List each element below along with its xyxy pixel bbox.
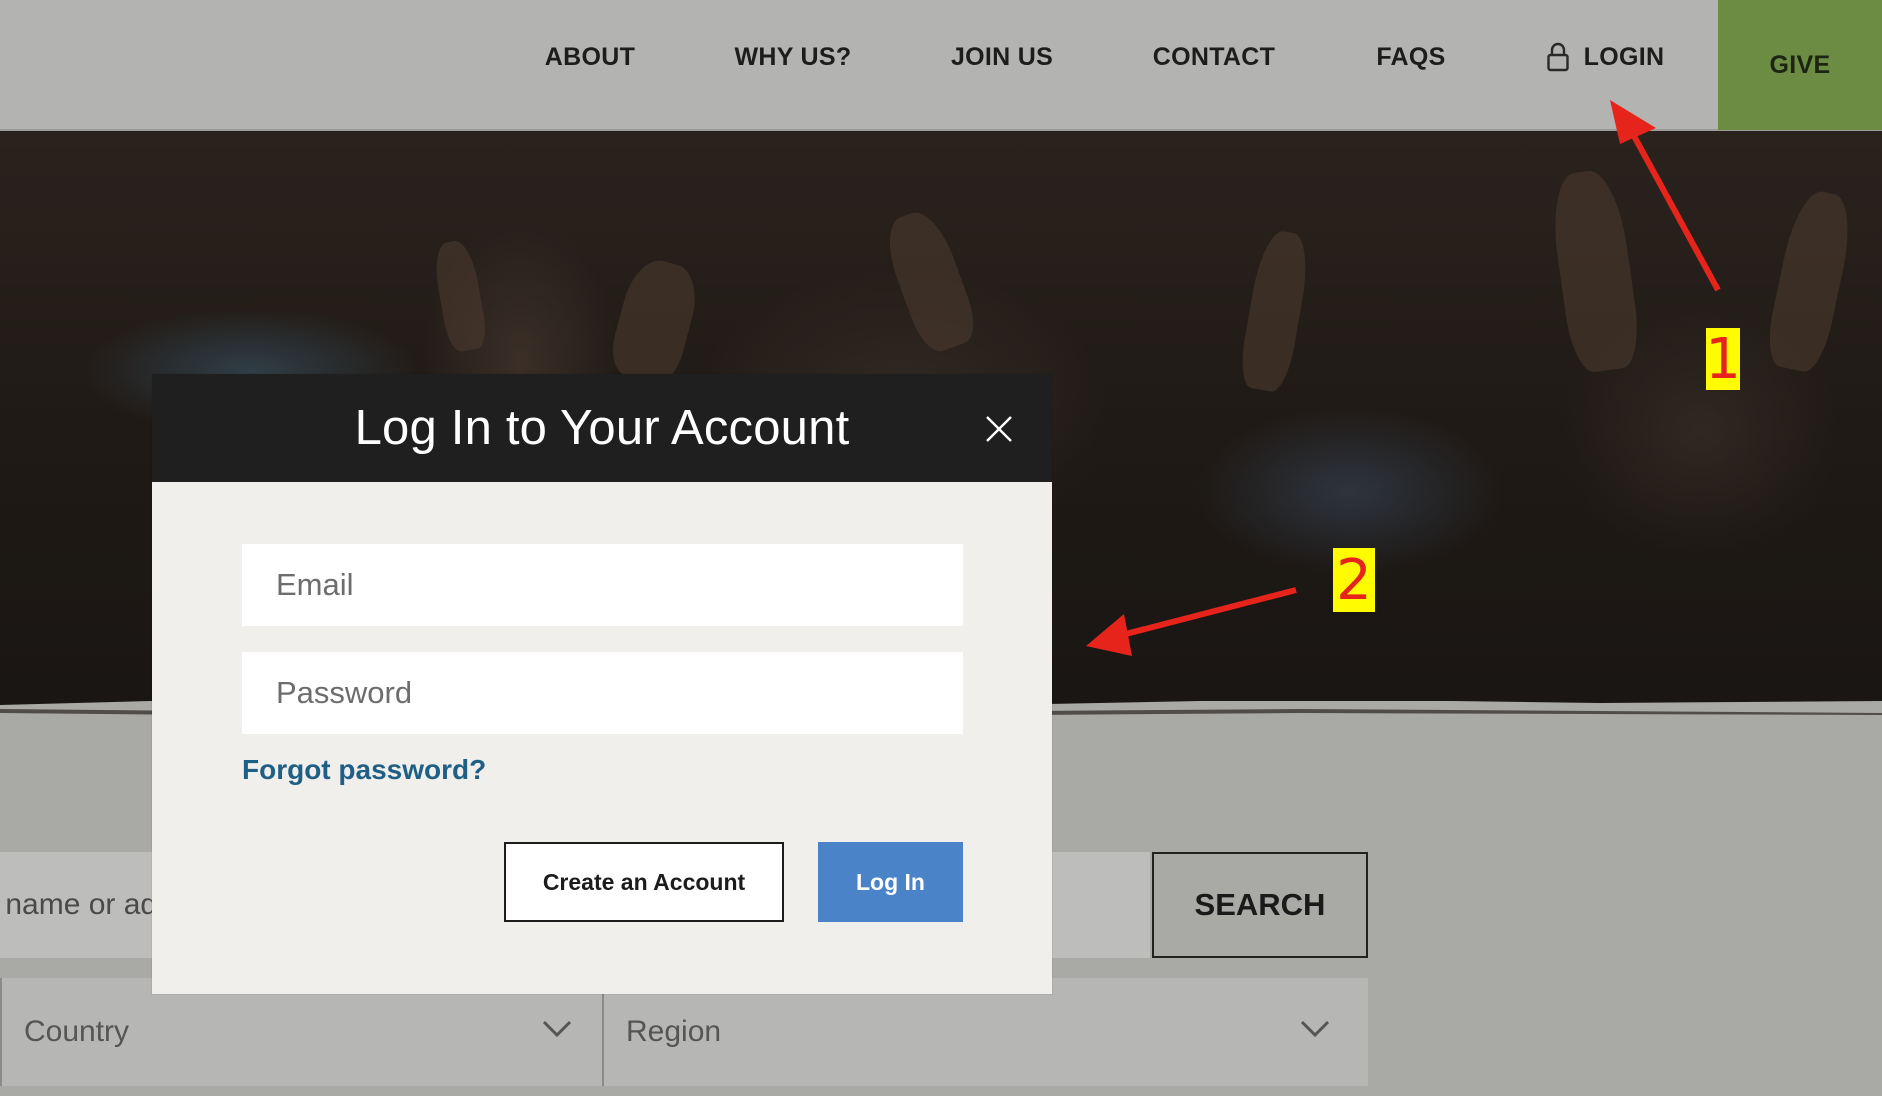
nav-about[interactable]: ABOUT [530,0,650,114]
region-select-label: Region [626,1015,722,1048]
give-button[interactable]: GIVE [1718,0,1882,130]
password-field[interactable] [242,652,963,734]
forgot-password-link[interactable]: Forgot password? [242,754,486,786]
hero-decoration [877,204,983,358]
lock-icon [1546,42,1569,72]
nav-login-label: LOGIN [1583,42,1665,71]
hero-decoration [1761,186,1859,376]
annotation-label-1: 1 [1705,326,1741,392]
hero-decoration [1546,167,1644,375]
top-navigation: ABOUT WHY US? JOIN US CONTACT FAQS LOGIN… [0,0,1882,131]
region-select[interactable]: Region [602,978,1368,1086]
search-button[interactable]: SEARCH [1152,852,1368,958]
hero-decoration [1236,227,1314,395]
create-account-button[interactable]: Create an Account [504,842,784,922]
nav-why-us[interactable]: WHY US? [727,0,859,114]
modal-header: Log In to Your Account [152,374,1052,482]
login-modal: Log In to Your Account Forgot password? … [152,374,1052,994]
modal-title: Log In to Your Account [354,401,850,455]
nav-login[interactable]: LOGIN [1540,0,1670,114]
search-input-text: y name or ad [0,888,158,921]
log-in-button[interactable]: Log In [818,842,963,922]
nav-join-us[interactable]: JOIN US [940,0,1064,114]
country-select-label: Country [24,1015,130,1048]
chevron-down-icon [1300,1020,1330,1038]
hero-decoration [430,238,490,354]
email-field[interactable] [242,544,963,626]
filter-bar: Country Region [0,978,1368,1086]
close-icon[interactable] [984,414,1014,444]
country-select[interactable]: Country [0,978,602,1086]
nav-faqs[interactable]: FAQS [1366,0,1456,114]
chevron-down-icon [542,1020,572,1038]
hero-decoration [605,253,705,389]
annotation-label-2: 2 [1333,548,1375,613]
nav-contact[interactable]: CONTACT [1144,0,1284,114]
